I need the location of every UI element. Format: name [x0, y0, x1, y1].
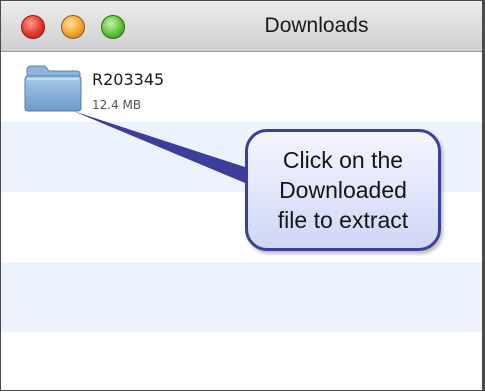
downloads-window: Downloads R203345 12.4 MB Click on the D…	[0, 0, 485, 391]
download-item[interactable]: R203345 12.4 MB	[1, 52, 482, 122]
file-name[interactable]: R203345	[92, 70, 164, 89]
window-title: Downloads	[264, 14, 369, 37]
empty-row	[1, 332, 482, 390]
callout-line: Click on the	[282, 147, 404, 173]
title-bar[interactable]: Downloads	[1, 1, 482, 52]
file-size: 12.4 MB	[92, 98, 142, 112]
folder-icon[interactable]	[23, 62, 83, 114]
annotation-callout: Click on the Downloaded file to extract	[245, 129, 441, 251]
callout-line: file to extract	[277, 207, 409, 233]
empty-row	[1, 262, 482, 332]
callout-line: Downloaded	[279, 177, 407, 203]
